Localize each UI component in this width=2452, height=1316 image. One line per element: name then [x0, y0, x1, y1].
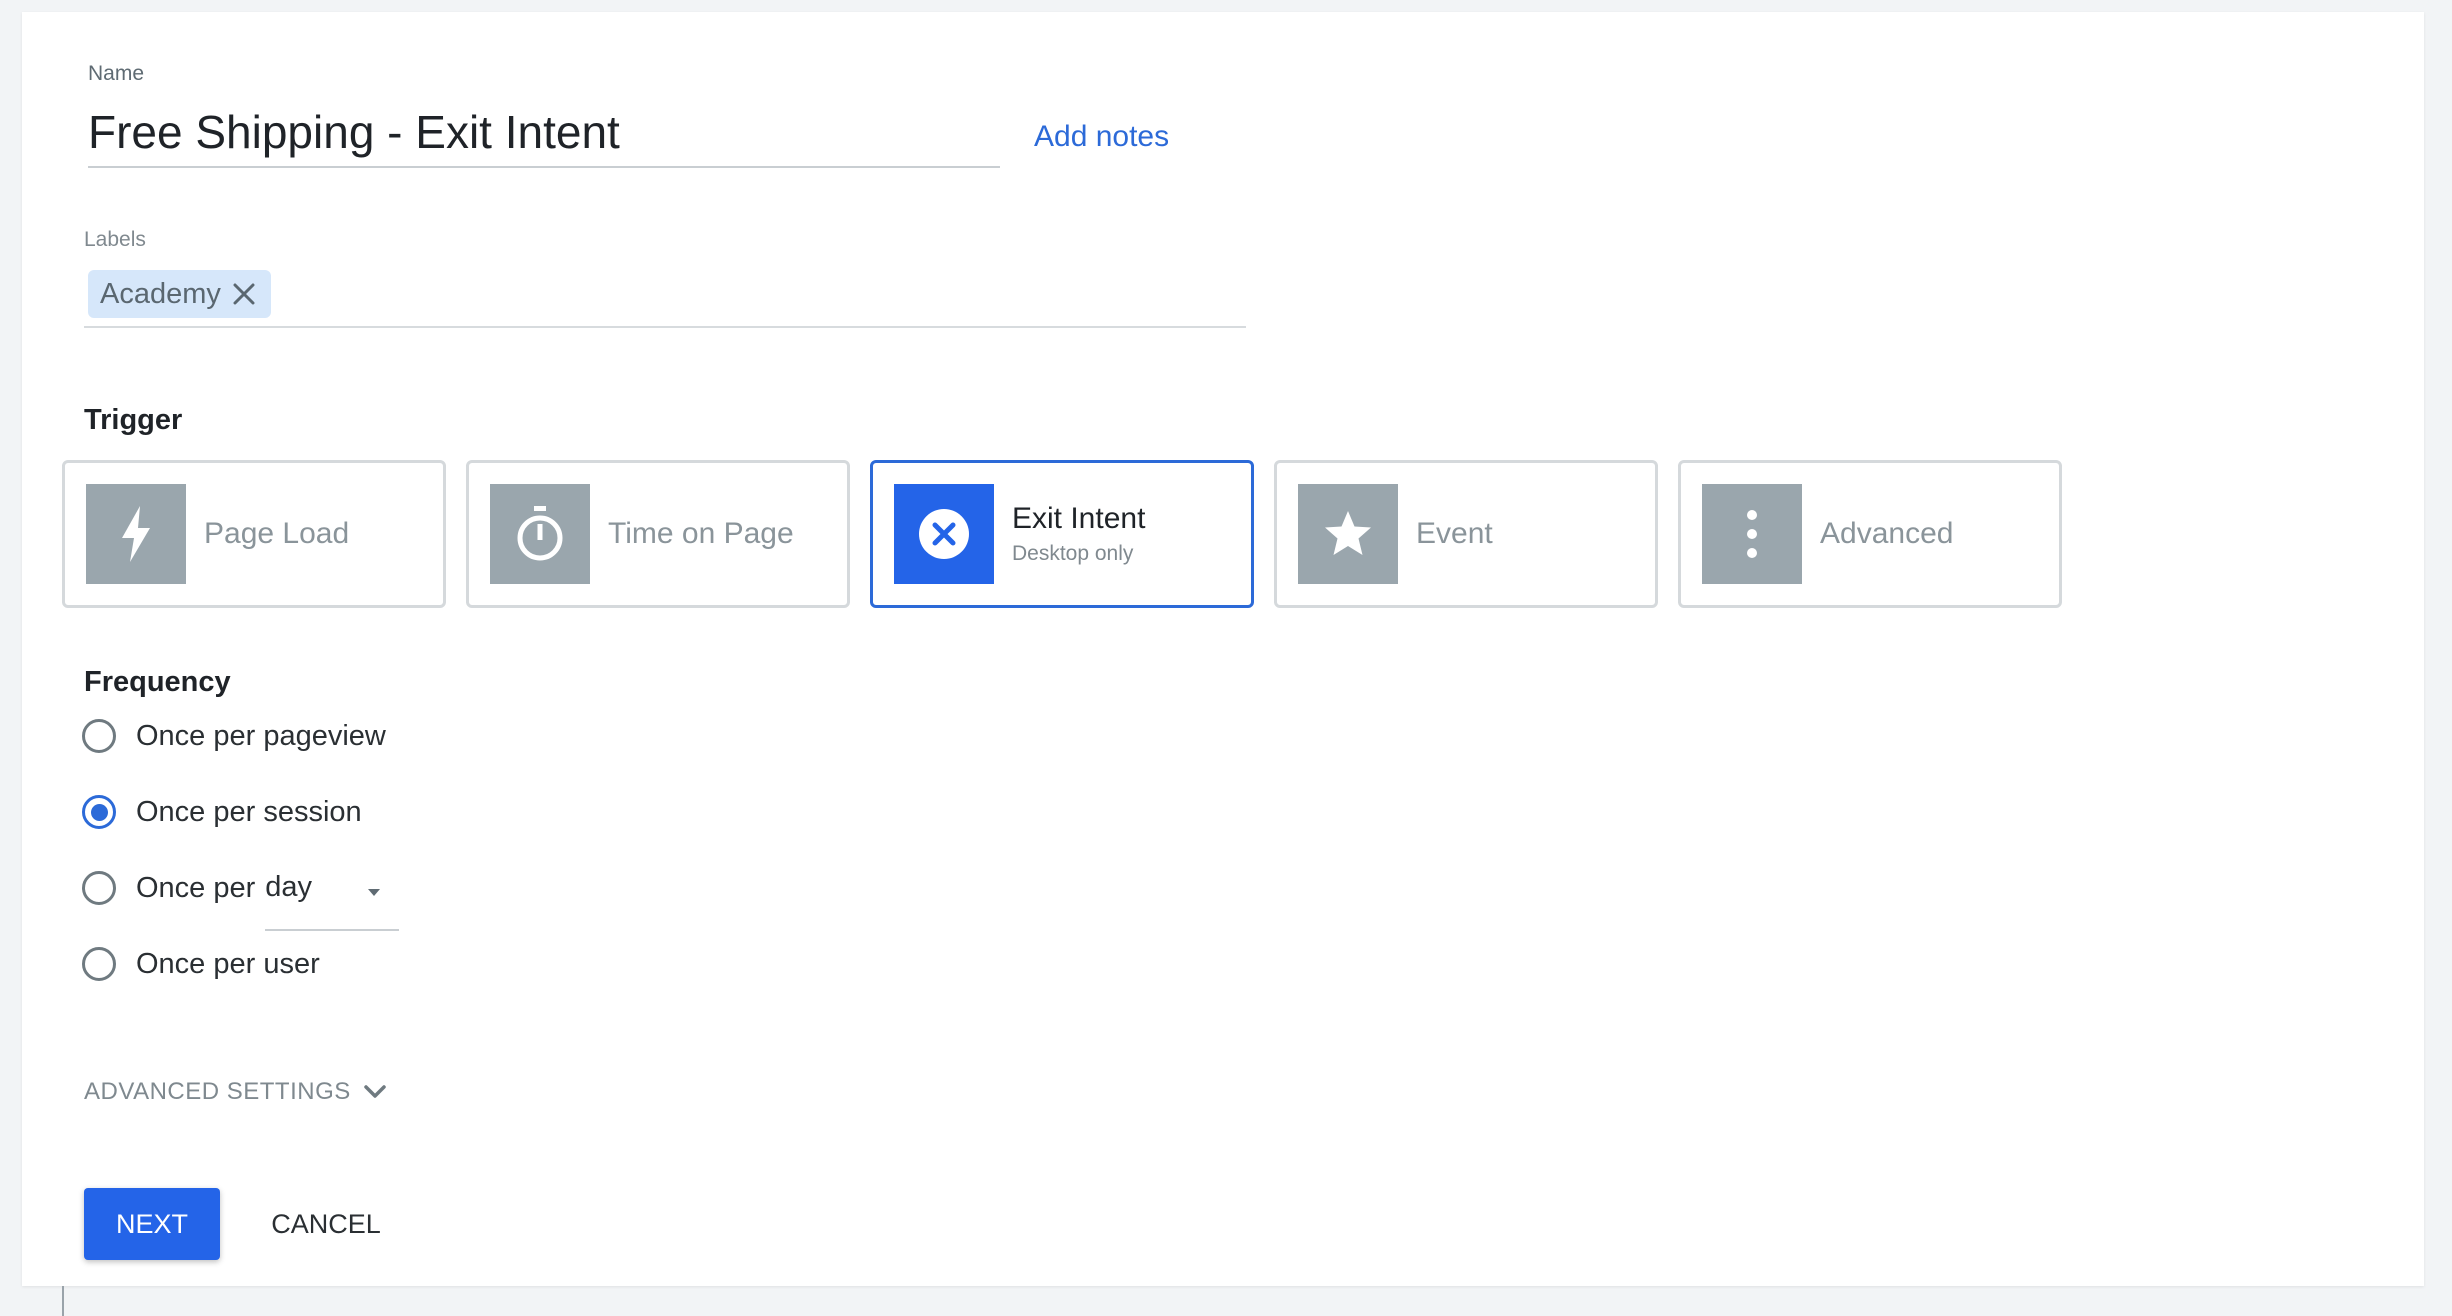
frequency-option-day: Once per day	[82, 868, 400, 931]
labels-field[interactable]: Academy	[84, 266, 1246, 328]
frequency-label: Once per user	[136, 947, 320, 980]
frequency-option-pageview: Once per pageview	[82, 716, 386, 756]
radio-button[interactable]	[82, 947, 116, 981]
trigger-label: Advanced	[1820, 517, 1954, 550]
next-button[interactable]: NEXT	[84, 1188, 220, 1260]
radio-button[interactable]	[82, 719, 116, 753]
remove-label-icon[interactable]	[231, 281, 257, 307]
trigger-label: Event	[1416, 517, 1493, 550]
frequency-option-user: Once per user	[82, 944, 320, 984]
period-select-value: day	[265, 870, 313, 903]
trigger-option-time-on-page[interactable]: Time on Page	[466, 460, 850, 608]
advanced-settings-toggle[interactable]: ADVANCED SETTINGS	[84, 1078, 387, 1106]
label-chip: Academy	[88, 270, 271, 318]
label-chip-text: Academy	[100, 277, 221, 310]
trigger-option-page-load[interactable]: Page Load	[62, 460, 446, 608]
chevron-down-icon	[364, 1085, 386, 1098]
trigger-option-exit-intent[interactable]: Exit Intent Desktop only	[870, 460, 1254, 608]
divider	[62, 1286, 64, 1316]
frequency-title: Frequency	[84, 666, 231, 698]
cancel-button[interactable]: CANCEL	[258, 1188, 394, 1260]
frequency-label: Once per session	[136, 795, 362, 828]
trigger-sublabel: Desktop only	[1012, 542, 1134, 565]
advanced-settings-label: ADVANCED SETTINGS	[84, 1078, 351, 1105]
campaign-settings-card: Name Add notes Labels Academy Trigger Pa…	[22, 12, 2424, 1286]
add-notes-link[interactable]: Add notes	[1034, 120, 1169, 154]
frequency-label: Once per	[136, 871, 256, 904]
trigger-label: Page Load	[204, 517, 350, 550]
trigger-option-event[interactable]: Event	[1274, 460, 1658, 608]
name-label: Name	[88, 62, 145, 85]
name-input[interactable]	[88, 98, 1000, 168]
trigger-label: Time on Page	[608, 517, 794, 550]
caret-down-icon	[368, 889, 381, 896]
period-select[interactable]: day	[265, 870, 400, 931]
stopwatch-icon	[490, 484, 590, 584]
close-circle-icon	[894, 484, 994, 584]
radio-button[interactable]	[82, 795, 116, 829]
more-vertical-icon	[1702, 484, 1802, 584]
lightning-bolt-icon	[86, 484, 186, 584]
frequency-option-session: Once per session	[82, 792, 362, 832]
trigger-option-advanced[interactable]: Advanced	[1678, 460, 2062, 608]
trigger-label: Exit Intent	[1012, 502, 1146, 535]
labels-label: Labels	[84, 228, 146, 251]
trigger-title: Trigger	[84, 404, 183, 436]
frequency-label: Once per pageview	[136, 719, 386, 752]
radio-button[interactable]	[82, 871, 116, 905]
star-icon	[1298, 484, 1398, 584]
